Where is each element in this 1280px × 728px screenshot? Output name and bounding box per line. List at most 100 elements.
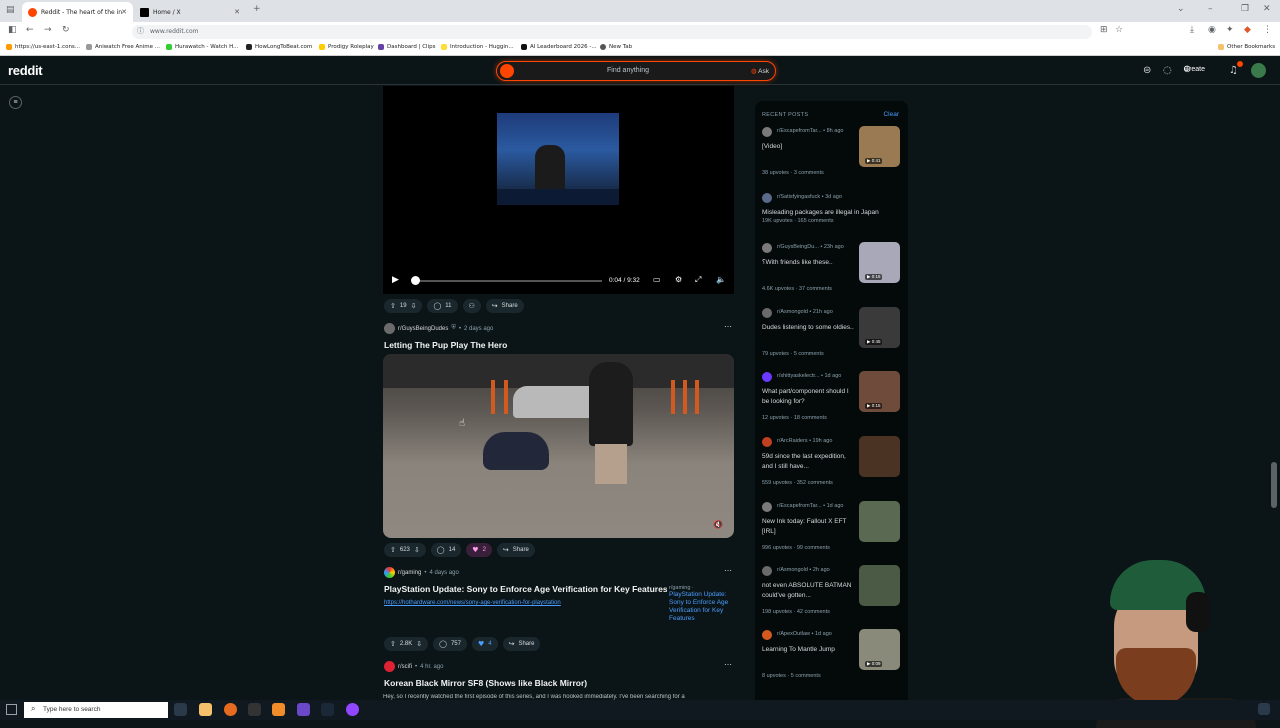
browser-taskbar-icon[interactable] <box>224 703 237 716</box>
bookmark-item[interactable]: AI Leaderboard 2026 -... <box>521 44 597 50</box>
post-title[interactable]: Letting The Pup Play The Hero <box>384 340 507 350</box>
award-button[interactable]: ⚇ <box>462 299 481 313</box>
notification-center-icon[interactable] <box>1258 703 1270 715</box>
start-button[interactable] <box>6 704 17 715</box>
recent-post-title[interactable]: Dudes listening to some oldies.. <box>762 323 854 333</box>
close-window-icon[interactable]: ✕ <box>1263 4 1271 14</box>
upvote-icon[interactable]: ⇧ <box>390 546 396 554</box>
award-button[interactable]: ♥ 2 <box>466 543 492 557</box>
bookmark-item[interactable]: Introduction - Huggin... <box>441 44 514 50</box>
recent-post-item[interactable]: r/EscapefromTar... • 1d ago New Ink today… <box>755 501 908 565</box>
profile-icon[interactable]: ◆ <box>1244 25 1251 35</box>
other-bookmarks[interactable]: Other Bookmarks <box>1218 44 1275 50</box>
site-info-icon[interactable]: ⓘ <box>137 26 144 36</box>
share-button[interactable]: ↪ Share <box>496 543 535 557</box>
tab-reddit[interactable]: Reddit - The heart of the in ✕ <box>22 2 133 22</box>
recent-post-item[interactable]: r/shittyaskelectr... • 1d ago What part/c… <box>755 371 908 435</box>
download-icon[interactable]: ⤓ <box>1190 25 1194 35</box>
recent-post-item[interactable]: r/EscapefromTar... • 8h ago [Video] 38 upv… <box>755 126 908 190</box>
close-tab-icon[interactable]: ✕ <box>234 8 240 16</box>
recent-post-title[interactable]: What part/component should I be looking … <box>762 387 854 407</box>
recent-post-subreddit[interactable]: r/shittyaskelectr... <box>777 373 820 379</box>
bookmark-star-icon[interactable]: ☆ <box>1115 25 1123 35</box>
captions-icon[interactable]: ▭ <box>653 275 661 284</box>
post-video[interactable]: 🔇 <box>383 354 734 538</box>
recent-post-thumbnail[interactable]: ▶ 0:09 <box>859 629 900 670</box>
bookmark-item[interactable]: https://us-east-1.cons... <box>6 44 80 50</box>
fullscreen-icon[interactable]: ⤢ <box>695 275 701 285</box>
maximize-icon[interactable]: ❐ <box>1241 4 1249 14</box>
link-preview-thumbnail[interactable]: r/gaming · PlayStation Update: Sony to E… <box>667 582 733 632</box>
app-icon[interactable] <box>297 703 310 716</box>
url-input[interactable]: www.reddit.com <box>132 25 1092 39</box>
comments-button[interactable]: ◯ 14 <box>430 543 462 557</box>
terminal-icon[interactable] <box>248 703 261 716</box>
share-button[interactable]: ↪ Share <box>485 299 524 313</box>
downvote-icon[interactable]: ⇩ <box>416 640 422 648</box>
ask-button[interactable]: ◍ Ask <box>751 67 769 75</box>
close-tab-icon[interactable]: ✕ <box>121 8 127 16</box>
subreddit-link[interactable]: r/GuysBeingDudes <box>398 326 448 332</box>
mute-icon[interactable]: 🔇 <box>713 520 723 529</box>
more-options-icon[interactable]: ⋯ <box>724 322 732 331</box>
bookmark-item[interactable]: Dashboard | Clips <box>378 44 435 50</box>
steam-icon[interactable] <box>321 703 334 716</box>
create-button[interactable]: Create <box>1184 66 1205 73</box>
recent-post-subreddit[interactable]: r/ApexOutlaw <box>777 631 810 637</box>
recent-post-title[interactable]: ⸮With friends like these.. <box>762 258 854 268</box>
recent-post-title[interactable]: New Ink today: Fallout X EFT [IRL] <box>762 517 854 537</box>
tab-menu-icon[interactable]: ▤ <box>6 5 15 15</box>
downvote-icon[interactable]: ⇩ <box>411 302 417 310</box>
volume-icon[interactable]: 🔈 <box>716 275 726 284</box>
recent-post-subreddit[interactable]: r/EscapefromTar... <box>777 128 822 134</box>
chat-icon[interactable]: ◌ <box>1163 65 1172 76</box>
recent-post-subreddit[interactable]: r/Asmongold <box>777 567 808 573</box>
settings-gear-icon[interactable]: ⚙ <box>675 275 682 284</box>
post-title[interactable]: PlayStation Update: Sony to Enforce Age … <box>384 584 668 594</box>
subreddit-link[interactable]: r/gaming <box>398 570 421 576</box>
task-view-icon[interactable] <box>174 703 187 716</box>
recent-post-item[interactable]: r/Asmongold • 21h ago Dudes listening to … <box>755 307 908 371</box>
back-icon[interactable]: ← <box>26 25 34 35</box>
new-tab-icon[interactable]: + <box>253 4 261 14</box>
avatar[interactable] <box>1251 63 1266 78</box>
recent-post-subreddit[interactable]: r/Asmongold <box>777 309 808 315</box>
bookmark-item[interactable]: New Tab <box>600 44 632 50</box>
recent-post-title[interactable]: 59d since the last expedition, and I sti… <box>762 452 854 472</box>
play-icon[interactable]: ▶ <box>392 275 399 285</box>
app-icon[interactable] <box>272 703 285 716</box>
recent-post-title[interactable]: Learning To Mantle Jump <box>762 645 854 655</box>
recent-post-subreddit[interactable]: r/ArcRaiders <box>777 438 808 444</box>
recent-post-thumbnail[interactable] <box>859 436 900 477</box>
reload-icon[interactable]: ↻ <box>62 25 70 35</box>
bookmark-item[interactable]: Hurawatch - Watch H... <box>166 44 238 50</box>
recent-post-subreddit[interactable]: r/GuysBeingDu... <box>777 244 819 250</box>
hamburger-menu-icon[interactable]: ≡ <box>9 96 22 109</box>
more-options-icon[interactable]: ⋯ <box>724 660 732 669</box>
recent-post-title[interactable]: Misleading packages are illegal in Japan <box>762 208 902 218</box>
tab-x[interactable]: Home / X ✕ <box>134 2 246 22</box>
recent-post-thumbnail[interactable]: ▶ 0:41 <box>859 126 900 167</box>
video-player[interactable]: ▶ 0:04 / 9:32 ▭ ⚙ ⤢ 🔈 <box>383 86 734 294</box>
award-button[interactable]: ♥ 4 <box>471 637 498 651</box>
extension-icon[interactable]: ◉ <box>1208 25 1216 35</box>
recent-post-title[interactable]: [Video] <box>762 142 854 152</box>
vote-control[interactable]: ⇧ 2.8K ⇩ <box>384 637 429 651</box>
notification-bell-icon[interactable]: ♫ <box>1229 65 1238 76</box>
downvote-icon[interactable]: ⇩ <box>414 546 420 554</box>
sidebar-toggle-icon[interactable]: ◧ <box>8 25 17 35</box>
forward-icon[interactable]: → <box>44 25 52 35</box>
file-explorer-icon[interactable] <box>199 703 212 716</box>
more-options-icon[interactable]: ⋯ <box>724 566 732 575</box>
recent-post-thumbnail[interactable] <box>859 501 900 542</box>
bookmark-item[interactable]: HowLongToBeat.com <box>246 44 312 50</box>
subreddit-link[interactable]: r/scifi <box>398 664 412 670</box>
page-scrollbar[interactable] <box>1271 462 1277 508</box>
recent-post-thumbnail[interactable]: ▶ 0:45 <box>859 307 900 348</box>
puzzle-icon[interactable]: ✦ <box>1226 25 1234 35</box>
comments-button[interactable]: ◯ 757 <box>433 637 467 651</box>
search-input[interactable]: Find anything ◍ Ask <box>496 61 776 81</box>
browser-menu-icon[interactable]: ⋮ <box>1263 25 1272 35</box>
seek-bar[interactable] <box>414 280 602 282</box>
recent-post-thumbnail[interactable]: ▶ 0:18 <box>859 242 900 283</box>
